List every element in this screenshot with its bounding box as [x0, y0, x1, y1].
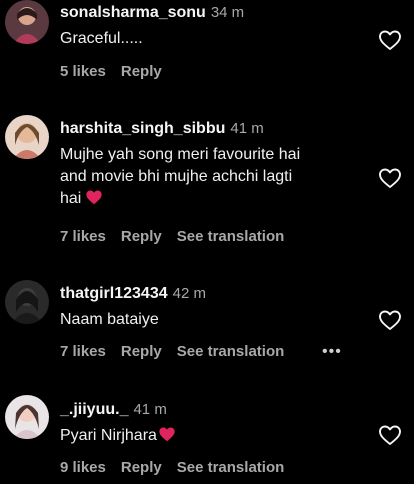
timestamp: 42 m: [172, 285, 206, 302]
heart-outline-icon[interactable]: [378, 424, 402, 446]
comment-text-line: Mujhe yah song meri favourite hai: [60, 146, 301, 163]
comment-text-line: hai: [60, 188, 368, 210]
reply-button[interactable]: Reply: [121, 228, 162, 245]
heart-outline-icon[interactable]: [378, 167, 402, 189]
likes-count[interactable]: 7 likes: [60, 343, 106, 360]
see-translation-button[interactable]: See translation: [177, 228, 285, 245]
comment-text: Mujhe yah song meri favourite hai and mo…: [60, 144, 368, 210]
username[interactable]: thatgirl123434: [60, 285, 168, 302]
likes-count[interactable]: 5 likes: [60, 63, 106, 80]
heart-outline-icon[interactable]: [378, 29, 402, 51]
avatar[interactable]: [5, 280, 49, 324]
comment-text: Graceful.....: [60, 30, 143, 47]
avatar[interactable]: [5, 0, 49, 44]
username[interactable]: _.jiiyuu._: [60, 401, 128, 418]
reply-button[interactable]: Reply: [121, 459, 162, 476]
see-translation-button[interactable]: See translation: [177, 343, 285, 360]
reply-button[interactable]: Reply: [121, 63, 162, 80]
heart-outline-icon[interactable]: [378, 309, 402, 331]
more-options-icon[interactable]: •••: [322, 343, 342, 361]
see-translation-button[interactable]: See translation: [177, 459, 285, 476]
timestamp: 41 m: [133, 401, 167, 418]
likes-count[interactable]: 9 likes: [60, 459, 106, 476]
likes-count[interactable]: 7 likes: [60, 228, 106, 245]
comment-text: Pyari Nirjhara: [60, 425, 368, 447]
comment-text-fragment: Pyari Nirjhara: [60, 427, 157, 444]
username[interactable]: harshita_singh_sibbu: [60, 120, 225, 137]
comment-text: Naam bataiye: [60, 311, 159, 328]
avatar[interactable]: [5, 395, 49, 439]
red-heart-emoji-icon: [159, 427, 175, 442]
username[interactable]: sonalsharma_sonu: [60, 4, 206, 21]
timestamp: 34 m: [210, 4, 245, 21]
avatar[interactable]: [5, 115, 49, 159]
reply-button[interactable]: Reply: [121, 343, 162, 360]
comment-text-fragment: hai: [60, 190, 82, 207]
comment-text-line: and movie bhi mujhe achchi lagti: [60, 168, 293, 185]
red-heart-emoji-icon: [86, 190, 102, 205]
timestamp: 41 m: [230, 120, 264, 137]
